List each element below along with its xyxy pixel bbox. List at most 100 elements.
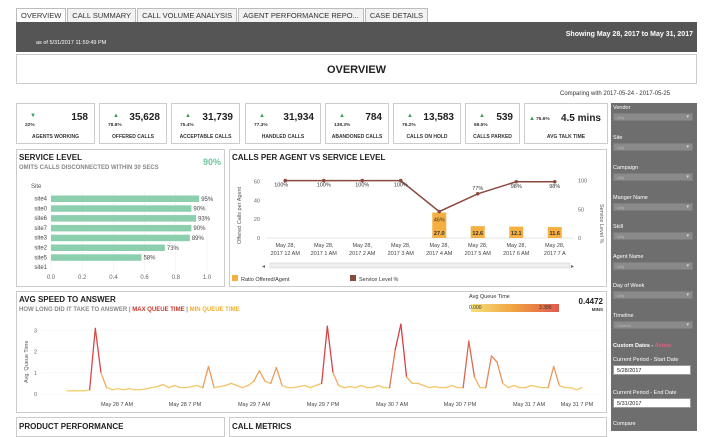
start-date-input[interactable]: 5/28/2017 (613, 365, 691, 375)
kpi-acceptable-calls[interactable]: ▲ 75.4% 31,739 ACCEPTABLE CALLS (171, 103, 240, 144)
kpi-pct: 69.5% (474, 123, 488, 128)
kpi-label: OFFERED CALLS (112, 134, 154, 140)
bar-value-label: 90% (193, 226, 206, 232)
horizontal-scrollbar[interactable] (269, 262, 571, 269)
y-tick-label: 0 (34, 392, 37, 398)
kpi-handled-calls[interactable]: ▲ 77.3% 31,934 HANDLED CALLS (245, 103, 321, 144)
x-tick-label: May 28, (506, 243, 526, 249)
filter-sidebar: Vendor (All) ▾ Site (All) ▾ Campaign (All)… (611, 103, 697, 431)
chevron-down-icon: ▾ (686, 233, 689, 239)
filter-timeline-dropdown[interactable]: Custom ▾ (613, 321, 693, 329)
x-tick-label: May 28, (275, 243, 295, 249)
tab-call-summary[interactable]: CALL SUMMARY (67, 8, 137, 22)
x-tick-label: May 28 7 PM (169, 402, 202, 408)
filter-day-of-week-dropdown[interactable]: (All) ▾ (613, 291, 693, 299)
filter-agent-dropdown[interactable]: (All) ▾ (613, 262, 693, 270)
filter-site-dropdown[interactable]: (All) ▾ (613, 143, 693, 151)
kpi-pct: 22% (25, 123, 35, 128)
chevron-down-icon: ▾ (686, 292, 689, 298)
queue-line-segment (349, 385, 357, 389)
x-tick-label: 0.6 (140, 275, 149, 281)
kpi-abandoned-calls[interactable]: ▲ 138.3% 784 ABANDONED CALLS (325, 103, 389, 144)
avg-speed-value: 0.4472 (578, 297, 603, 306)
bar-value-label: 58% (143, 256, 156, 262)
filter-label-campaign: Campaign (613, 165, 639, 171)
avg-speed-panel: AVG SPEED TO ANSWER HOW LONG DID IT TAKE… (16, 291, 607, 413)
kpi-calls-parked[interactable]: ▲ 69.5% 539 CALLS PARKED (465, 103, 520, 144)
x-tick-label: 0.8 (172, 275, 181, 281)
kpi-value: 35,628 (129, 112, 160, 123)
service-level-chart: Site 0.0 0.2 0.4 0.6 0.8 1.0 site4 95% site0 90% s… (31, 184, 214, 281)
x-tick-label: May 28, (429, 243, 449, 249)
legend-title: Avg Queue Time (469, 294, 510, 300)
category-label: site5 (34, 255, 47, 261)
category-label: site6 (34, 216, 47, 222)
kpi-pct: 77.3% (254, 123, 268, 128)
queue-line-segment (236, 384, 244, 389)
tab-agent-performance[interactable]: AGENT PERFORMANCE REPO... (238, 8, 364, 22)
y2-tick-label: 0 (578, 236, 581, 242)
x-tick-label: 0.0 (47, 275, 56, 281)
x-tick-label: May 30 7 PM (444, 402, 477, 408)
y2-tick-label: 50 (578, 207, 584, 213)
x-tick-label: 2017 5 AM (465, 251, 492, 257)
queue-line-segment (394, 323, 402, 351)
ratio-bar-label: 11.6 (550, 231, 560, 237)
service-level-label: 98% (549, 184, 560, 190)
queue-line-segment (298, 384, 306, 388)
queue-line-segment (354, 384, 362, 389)
queue-line-segment (219, 384, 227, 388)
queue-line-segment (388, 348, 396, 389)
start-date-value: 5/28/2017 (617, 368, 642, 374)
service-level-label: 98% (511, 184, 522, 190)
service-level-bar (51, 195, 200, 202)
kpi-calls-on-hold[interactable]: ▲ 76.2% 13,583 CALLS ON HOLD (393, 103, 461, 144)
filter-skill-dropdown[interactable]: (All) ▾ (613, 232, 693, 240)
end-date-input[interactable]: 5/31/2017 (613, 398, 691, 408)
tab-call-volume-analysis[interactable]: CALL VOLUME ANALYSIS (137, 8, 238, 22)
scroll-left-icon[interactable]: ◂ (262, 264, 265, 270)
y-tick-label: 40 (254, 198, 260, 204)
page-title: OVERVIEW (326, 64, 387, 76)
x-tick-label: May 29 7 PM (307, 402, 340, 408)
down-arrow-icon: ▼ (30, 113, 36, 119)
bar-value-label: 73% (167, 246, 180, 252)
kpi-label: CALLS ON HOLD (406, 134, 448, 140)
kpi-value: 784 (365, 112, 382, 123)
overall-service-level: 90% (202, 157, 221, 167)
kpi-offered-calls[interactable]: ▲ 78.8% 35,628 OFFERED CALLS (99, 103, 167, 144)
kpi-agents-working[interactable]: ▼ 22% 158 AGENTS WORKING (16, 103, 95, 144)
queue-line-segment (321, 325, 328, 385)
queue-line-segment (468, 340, 476, 378)
compare-label: Compare (613, 421, 636, 427)
avg-speed-chart: Avg. Queue Time 0 1 2 3 May 28 7 AM May 28 7 … (24, 323, 603, 408)
x-tick-label: 2017 1 AM (311, 251, 338, 257)
x-tick-label: May 28 7 AM (101, 402, 134, 408)
tab-overview[interactable]: OVERVIEW (16, 8, 67, 22)
kpi-pct: 75.4% (180, 123, 194, 128)
kpi-pct: 78.8% (108, 123, 122, 128)
queue-line-segment (490, 355, 498, 363)
queue-line-segment (304, 384, 312, 389)
date-range-text: Showing May 28, 2017 to May 31, 2017 (565, 31, 693, 38)
y-tick-label: 2 (34, 350, 37, 356)
filter-campaign-dropdown[interactable]: (All) ▾ (613, 173, 693, 181)
service-level-point (437, 209, 442, 214)
filter-label-agent: Agent Name (613, 254, 644, 260)
custom-dates-text: Custom Dates - (613, 343, 654, 349)
filter-manager-dropdown[interactable]: (All) ▾ (613, 203, 693, 211)
scroll-right-icon[interactable]: ▸ (571, 264, 574, 270)
filter-vendor-dropdown[interactable]: (All) ▾ (613, 113, 693, 121)
tab-case-details[interactable]: CASE DETAILS (364, 8, 429, 22)
service-level-label: 77% (472, 186, 483, 192)
queue-line-segment (213, 385, 221, 389)
queue-line-segment (553, 365, 561, 387)
queue-line-segment (128, 388, 136, 391)
queue-line-segment (185, 385, 193, 389)
subtitle-divider: | (186, 307, 188, 313)
queue-line-segment (173, 384, 181, 389)
calls-per-agent-panel: CALLS PER AGENT VS SERVICE LEVEL Offered… (229, 149, 607, 287)
kpi-avg-talk-time[interactable]: ▲ 76.6% 4.5 mins AVG TALK TIME (524, 103, 608, 144)
custom-dates-label: Custom Dates - Active (613, 343, 671, 349)
comparing-text: Comparing with 2017-05-24 - 2017-05-25 (560, 91, 671, 97)
